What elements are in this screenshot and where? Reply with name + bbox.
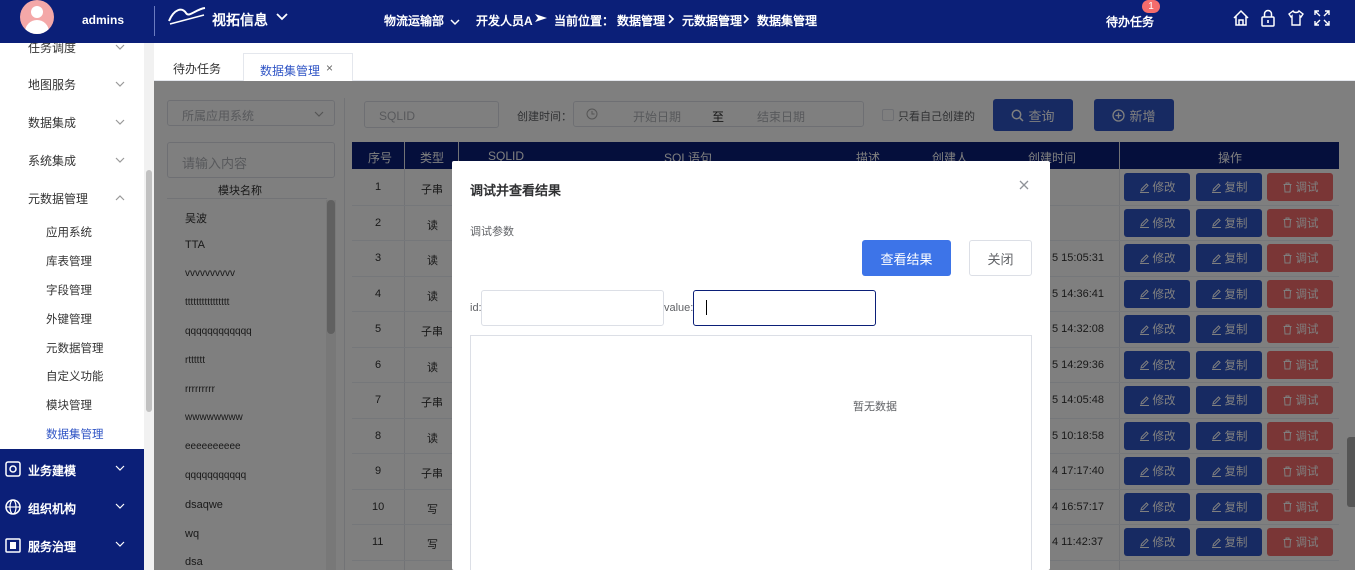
chevron-down-icon[interactable] bbox=[276, 12, 288, 22]
debug-params-label: 调试参数 bbox=[470, 226, 514, 238]
plane-icon bbox=[535, 14, 547, 22]
todo-count-badge: 1 bbox=[1142, 0, 1160, 13]
value-input[interactable] bbox=[693, 290, 876, 326]
chevron-down-icon bbox=[450, 19, 460, 25]
sidebar-sub-item[interactable]: 库表管理 bbox=[46, 253, 92, 269]
chevron-down-icon bbox=[115, 465, 125, 471]
sidebar-scrollbar-thumb[interactable] bbox=[146, 170, 152, 412]
brand-logo bbox=[168, 7, 206, 25]
sidebar-item-label: 地图服务 bbox=[28, 77, 77, 92]
sidebar-sub-item[interactable]: 外键管理 bbox=[46, 311, 92, 327]
sidebar-item-task-scheduling[interactable]: 任务调度 bbox=[0, 43, 144, 66]
sidebar-item-metadata-management[interactable]: 元数据管理 bbox=[0, 179, 144, 217]
sidebar-item-label: 系统集成 bbox=[28, 153, 77, 168]
sidebar-item-label: 元数据管理 bbox=[28, 191, 89, 206]
result-panel: 暂无数据 bbox=[470, 335, 1032, 570]
value-label: value: bbox=[664, 302, 694, 314]
sidebar-item-label: 业务建模 bbox=[28, 464, 77, 478]
tab-label: 数据集管理 bbox=[260, 64, 321, 78]
department-selector[interactable]: 物流运输部 bbox=[384, 12, 460, 29]
sidebar-sub-item[interactable]: 自定义功能 bbox=[46, 368, 104, 384]
sidebar-item-label: 组织机构 bbox=[28, 502, 77, 516]
dialog-title: 调试并查看结果 bbox=[470, 183, 562, 198]
close-icon[interactable]: × bbox=[326, 61, 333, 75]
sidebar-sub-item[interactable]: 应用系统 bbox=[46, 224, 92, 240]
chevron-right-icon bbox=[743, 14, 750, 24]
tab-bar: 待办任务 数据集管理 × bbox=[154, 43, 1355, 81]
breadcrumb-2[interactable]: 元数据管理 bbox=[682, 12, 742, 29]
globe-icon bbox=[5, 499, 21, 515]
todo-tasks-link[interactable]: 待办任务 bbox=[1106, 13, 1154, 30]
location-label: 当前位置： bbox=[554, 14, 615, 28]
close-button[interactable]: 关闭 bbox=[969, 240, 1032, 276]
sidebar-sub-item[interactable]: 字段管理 bbox=[46, 282, 92, 298]
sidebar: 任务调度 地图服务 数据集成 系统集成 元数据管理 应用系统 库表管理 字段管理… bbox=[0, 43, 144, 570]
fullscreen-icon[interactable] bbox=[1313, 9, 1331, 27]
user-block[interactable]: admins bbox=[0, 0, 144, 43]
chevron-down-icon bbox=[115, 157, 125, 163]
sidebar-sub-item[interactable]: 模块管理 bbox=[46, 397, 92, 413]
service-icon bbox=[5, 538, 21, 553]
sidebar-item-map-service[interactable]: 地图服务 bbox=[0, 65, 144, 103]
lock-icon[interactable] bbox=[1259, 9, 1277, 27]
sidebar-item-label: 服务治理 bbox=[28, 540, 77, 554]
sidebar-item-system-integration[interactable]: 系统集成 bbox=[0, 141, 144, 179]
header-divider bbox=[154, 6, 155, 36]
text-cursor bbox=[706, 300, 707, 315]
view-result-button[interactable]: 查看结果 bbox=[862, 240, 951, 276]
edge-handle[interactable] bbox=[1347, 437, 1355, 507]
sidebar-sub-item-active[interactable]: 数据集管理 bbox=[46, 426, 104, 442]
chevron-down-icon bbox=[115, 541, 125, 547]
chevron-down-icon bbox=[115, 503, 125, 509]
sidebar-sub-item[interactable]: 元数据管理 bbox=[46, 340, 104, 356]
empty-state-text: 暂无数据 bbox=[853, 401, 897, 413]
close-icon[interactable] bbox=[1018, 179, 1030, 191]
username[interactable]: admins bbox=[82, 13, 124, 27]
home-icon[interactable] bbox=[1232, 9, 1250, 27]
sidebar-item-label: 任务调度 bbox=[28, 43, 77, 55]
chevron-down-icon bbox=[115, 44, 125, 50]
sidebar-item-label: 数据集成 bbox=[28, 115, 77, 130]
chevron-up-icon bbox=[115, 195, 125, 201]
sidebar-item-data-integration[interactable]: 数据集成 bbox=[0, 103, 144, 141]
sidebar-item-service-governance[interactable]: 服务治理 bbox=[0, 525, 144, 570]
brand-name[interactable]: 视拓信息 bbox=[212, 10, 268, 30]
top-header: admins 视拓信息 物流运输部 开发人员A 当前位置： 数据管理 元数据管理… bbox=[0, 0, 1355, 43]
breadcrumb-3: 数据集管理 bbox=[757, 14, 818, 28]
chevron-down-icon bbox=[115, 119, 125, 125]
gear-icon bbox=[5, 461, 21, 477]
breadcrumb-1[interactable]: 数据管理 bbox=[617, 12, 665, 29]
debug-dialog: 调试并查看结果 调试参数 查看结果 关闭 id: value: 暂无数据 bbox=[452, 161, 1050, 570]
chevron-down-icon bbox=[115, 81, 125, 87]
sidebar-item-business-modeling[interactable]: 业务建模 bbox=[0, 449, 144, 487]
tab-dataset-management[interactable]: 数据集管理 × bbox=[243, 53, 353, 81]
shirt-icon[interactable] bbox=[1287, 9, 1305, 27]
id-input[interactable] bbox=[481, 290, 664, 326]
chevron-right-icon bbox=[668, 14, 675, 24]
role-label[interactable]: 开发人员A bbox=[476, 12, 533, 29]
avatar[interactable] bbox=[20, 0, 54, 34]
id-label: id: bbox=[470, 302, 482, 314]
sidebar-item-organization[interactable]: 组织机构 bbox=[0, 487, 144, 525]
department-label: 物流运输部 bbox=[384, 14, 445, 28]
